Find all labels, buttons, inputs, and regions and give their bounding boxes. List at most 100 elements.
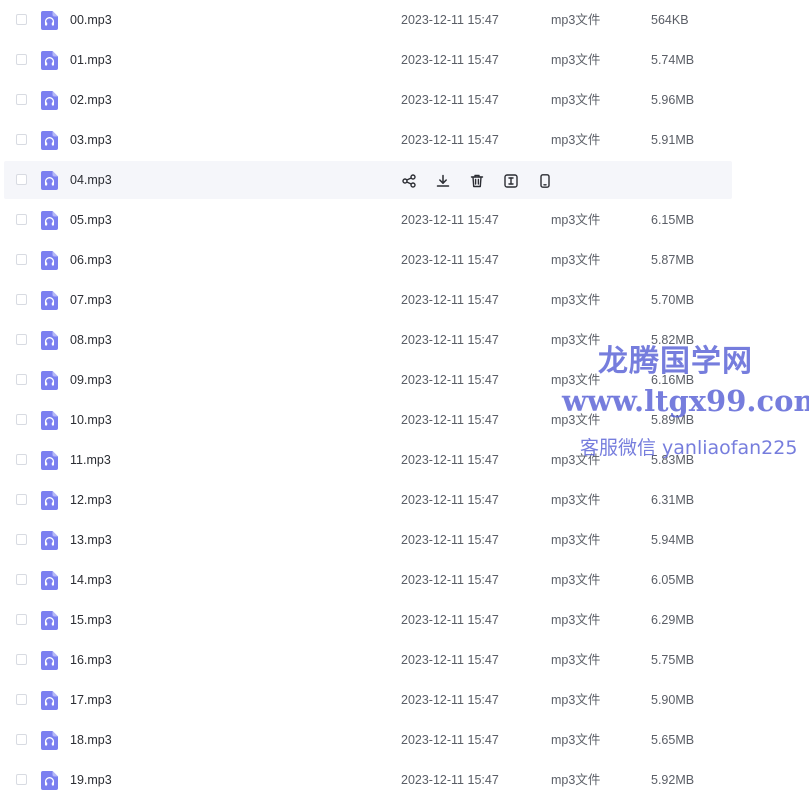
row-checkbox[interactable] [16,694,27,705]
file-type: mp3文件 [551,13,601,27]
rename-button[interactable] [502,172,519,189]
file-row[interactable]: 03.mp3 2023-12-11 15:47 mp3文件 5.91MB [0,120,809,160]
file-name[interactable]: 11.mp3 [70,440,111,480]
file-name[interactable]: 05.mp3 [70,200,112,240]
audio-file-icon [41,251,58,270]
file-row[interactable]: 14.mp3 2023-12-11 15:47 mp3文件 6.05MB [0,560,809,600]
row-checkbox[interactable] [16,54,27,65]
row-checkbox[interactable] [16,534,27,545]
file-row[interactable]: 15.mp3 2023-12-11 15:47 mp3文件 6.29MB [0,600,809,640]
row-actions [400,172,553,189]
file-name[interactable]: 06.mp3 [70,240,112,280]
row-checkbox[interactable] [16,14,27,25]
file-modified-time: 2023-12-11 15:47 [401,653,499,667]
row-checkbox[interactable] [16,94,27,105]
file-size: 5.65MB [651,733,695,747]
file-size: 5.70MB [651,293,695,307]
phone-button[interactable] [536,172,553,189]
file-row[interactable]: 18.mp3 2023-12-11 15:47 mp3文件 5.65MB [0,720,809,760]
row-checkbox[interactable] [16,254,27,265]
file-name[interactable]: 08.mp3 [70,320,112,360]
file-modified-time: 2023-12-11 15:47 [401,773,499,787]
audio-file-icon [41,11,58,30]
file-row[interactable]: 17.mp3 2023-12-11 15:47 mp3文件 5.90MB [0,680,809,720]
file-type: mp3文件 [551,693,601,707]
file-size: 564KB [651,13,689,27]
row-checkbox[interactable] [16,214,27,225]
file-row[interactable]: 07.mp3 2023-12-11 15:47 mp3文件 5.70MB [0,280,809,320]
file-name[interactable]: 15.mp3 [70,600,112,640]
file-modified-time: 2023-12-11 15:47 [401,533,499,547]
file-row[interactable]: 12.mp3 2023-12-11 15:47 mp3文件 6.31MB [0,480,809,520]
file-name[interactable]: 00.mp3 [70,0,112,40]
file-size: 5.89MB [651,413,695,427]
file-name[interactable]: 12.mp3 [70,480,112,520]
row-checkbox[interactable] [16,334,27,345]
file-name[interactable]: 19.mp3 [70,760,112,800]
rename-icon [503,173,519,189]
row-checkbox[interactable] [16,294,27,305]
row-checkbox[interactable] [16,414,27,425]
audio-file-icon [41,691,58,710]
row-checkbox[interactable] [16,774,27,785]
file-name[interactable]: 04.mp3 [70,160,112,200]
audio-file-icon [41,171,58,190]
file-row[interactable]: 19.mp3 2023-12-11 15:47 mp3文件 5.92MB [0,760,809,800]
file-modified-time: 2023-12-11 15:47 [401,13,499,27]
file-row[interactable]: 16.mp3 2023-12-11 15:47 mp3文件 5.75MB [0,640,809,680]
row-checkbox[interactable] [16,454,27,465]
row-checkbox[interactable] [16,654,27,665]
file-row[interactable]: 08.mp3 2023-12-11 15:47 mp3文件 5.82MB [0,320,809,360]
row-checkbox[interactable] [16,374,27,385]
file-row[interactable]: 00.mp3 2023-12-11 15:47 mp3文件 564KB [0,0,809,40]
file-name[interactable]: 17.mp3 [70,680,112,720]
file-name[interactable]: 10.mp3 [70,400,112,440]
file-list: 00.mp3 2023-12-11 15:47 mp3文件 564KB 01.mp3 20… [0,0,809,800]
file-modified-time: 2023-12-11 15:47 [401,613,499,627]
audio-file-icon [41,131,58,150]
file-row[interactable]: 09.mp3 2023-12-11 15:47 mp3文件 6.16MB [0,360,809,400]
row-checkbox[interactable] [16,734,27,745]
audio-file-icon [41,331,58,350]
file-name[interactable]: 16.mp3 [70,640,112,680]
file-row[interactable]: 13.mp3 2023-12-11 15:47 mp3文件 5.94MB [0,520,809,560]
file-modified-time: 2023-12-11 15:47 [401,253,499,267]
file-row[interactable]: 01.mp3 2023-12-11 15:47 mp3文件 5.74MB [0,40,809,80]
file-row[interactable]: 10.mp3 2023-12-11 15:47 mp3文件 5.89MB [0,400,809,440]
share-button[interactable] [400,172,417,189]
file-size: 5.75MB [651,653,695,667]
row-checkbox[interactable] [16,134,27,145]
download-button[interactable] [434,172,451,189]
row-checkbox[interactable] [16,174,27,185]
file-row[interactable]: 11.mp3 2023-12-11 15:47 mp3文件 5.83MB [0,440,809,480]
share-icon [401,173,417,189]
file-modified-time: 2023-12-11 15:47 [401,413,499,427]
audio-file-icon [41,291,58,310]
file-type: mp3文件 [551,493,601,507]
file-row[interactable]: 05.mp3 2023-12-11 15:47 mp3文件 6.15MB [0,200,809,240]
file-type: mp3文件 [551,773,601,787]
file-name[interactable]: 18.mp3 [70,720,112,760]
row-checkbox[interactable] [16,614,27,625]
audio-file-icon [41,491,58,510]
row-checkbox[interactable] [16,494,27,505]
file-row[interactable]: 02.mp3 2023-12-11 15:47 mp3文件 5.96MB [0,80,809,120]
file-name[interactable]: 09.mp3 [70,360,112,400]
file-size: 5.96MB [651,93,695,107]
file-type: mp3文件 [551,453,601,467]
file-name[interactable]: 02.mp3 [70,80,112,120]
audio-file-icon [41,211,58,230]
row-hover-background [4,161,732,199]
file-name[interactable]: 01.mp3 [70,40,112,80]
audio-file-icon [41,371,58,390]
file-name[interactable]: 13.mp3 [70,520,112,560]
delete-button[interactable] [468,172,485,189]
file-name[interactable]: 03.mp3 [70,120,112,160]
file-row[interactable]: 04.mp3 [0,160,809,200]
file-size: 6.31MB [651,493,695,507]
file-size: 5.87MB [651,253,695,267]
file-name[interactable]: 07.mp3 [70,280,112,320]
file-name[interactable]: 14.mp3 [70,560,112,600]
row-checkbox[interactable] [16,574,27,585]
file-row[interactable]: 06.mp3 2023-12-11 15:47 mp3文件 5.87MB [0,240,809,280]
